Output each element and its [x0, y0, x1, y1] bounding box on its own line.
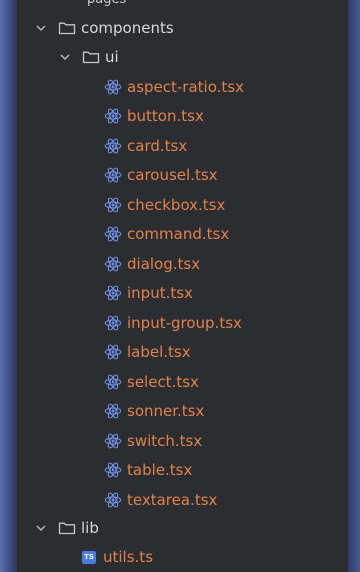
react-icon: [104, 314, 122, 332]
tree-folder-lib[interactable]: lib: [34, 513, 99, 543]
react-icon: [104, 255, 122, 273]
file-label: button.tsx: [127, 107, 204, 126]
tree-file[interactable]: carousel.tsx: [104, 161, 218, 191]
folder-label: components: [81, 18, 174, 37]
partial-folder-label: pages: [87, 0, 126, 6]
file-label: input.tsx: [127, 284, 193, 303]
folder-icon: [58, 521, 76, 535]
react-icon: [104, 491, 122, 509]
file-label: checkbox.tsx: [127, 195, 226, 214]
tree-file[interactable]: select.tsx: [104, 367, 199, 397]
tree-folder-components[interactable]: components: [34, 13, 174, 43]
folder-label: lib: [81, 518, 99, 537]
tree-file[interactable]: table.tsx: [104, 456, 192, 486]
react-icon: [104, 284, 122, 302]
react-icon: [104, 373, 122, 391]
tree-file[interactable]: input-group.tsx: [104, 308, 242, 338]
folder-label: ui: [105, 48, 119, 67]
tree-file[interactable]: button.tsx: [104, 102, 204, 132]
chevron-down-icon[interactable]: [34, 21, 48, 35]
react-icon: [104, 402, 122, 420]
file-label: card.tsx: [127, 136, 188, 155]
file-label: input-group.tsx: [127, 313, 242, 332]
tree-file[interactable]: switch.tsx: [104, 426, 202, 456]
tree-file[interactable]: input.tsx: [104, 279, 193, 309]
tree-folder-ui[interactable]: ui: [58, 43, 119, 73]
file-label: command.tsx: [127, 225, 230, 244]
react-icon: [104, 196, 122, 214]
tree-file[interactable]: command.tsx: [104, 220, 229, 250]
file-label: dialog.tsx: [127, 254, 201, 273]
tree-file[interactable]: dialog.tsx: [104, 249, 200, 279]
file-label: aspect-ratio.tsx: [127, 77, 244, 96]
file-label: switch.tsx: [127, 431, 203, 450]
react-icon: [104, 343, 122, 361]
file-label: sonner.tsx: [127, 402, 205, 421]
tree-file[interactable]: label.tsx: [104, 338, 191, 368]
react-icon: [104, 432, 122, 450]
tree-file[interactable]: card.tsx: [104, 131, 187, 161]
partially-visible-row: pages: [17, 0, 348, 6]
tree-file[interactable]: checkbox.tsx: [104, 190, 225, 220]
typescript-icon: TS: [82, 550, 96, 564]
chevron-down-icon[interactable]: [58, 50, 72, 64]
screenshot-page: pages components ui aspect-ratio.tsx butt…: [0, 0, 360, 572]
file-label: table.tsx: [127, 461, 193, 480]
react-icon: [104, 107, 122, 125]
tree-file[interactable]: aspect-ratio.tsx: [104, 72, 244, 102]
react-icon: [104, 166, 122, 184]
folder-icon: [82, 50, 100, 64]
chevron-down-icon[interactable]: [34, 521, 48, 535]
tree-file[interactable]: textarea.tsx: [104, 485, 217, 515]
react-icon: [104, 78, 122, 96]
project-tree-panel: pages components ui aspect-ratio.tsx butt…: [17, 0, 348, 572]
folder-icon: [58, 21, 76, 35]
react-icon: [104, 137, 122, 155]
file-label: textarea.tsx: [127, 490, 218, 509]
file-label: select.tsx: [127, 372, 199, 391]
tree-file[interactable]: sonner.tsx: [104, 397, 204, 427]
react-icon: [104, 225, 122, 243]
react-icon: [104, 461, 122, 479]
tree-file-utils[interactable]: TS utils.ts: [82, 543, 153, 572]
file-label: carousel.tsx: [127, 166, 218, 185]
file-label: utils.ts: [103, 548, 154, 567]
file-label: label.tsx: [127, 343, 191, 362]
